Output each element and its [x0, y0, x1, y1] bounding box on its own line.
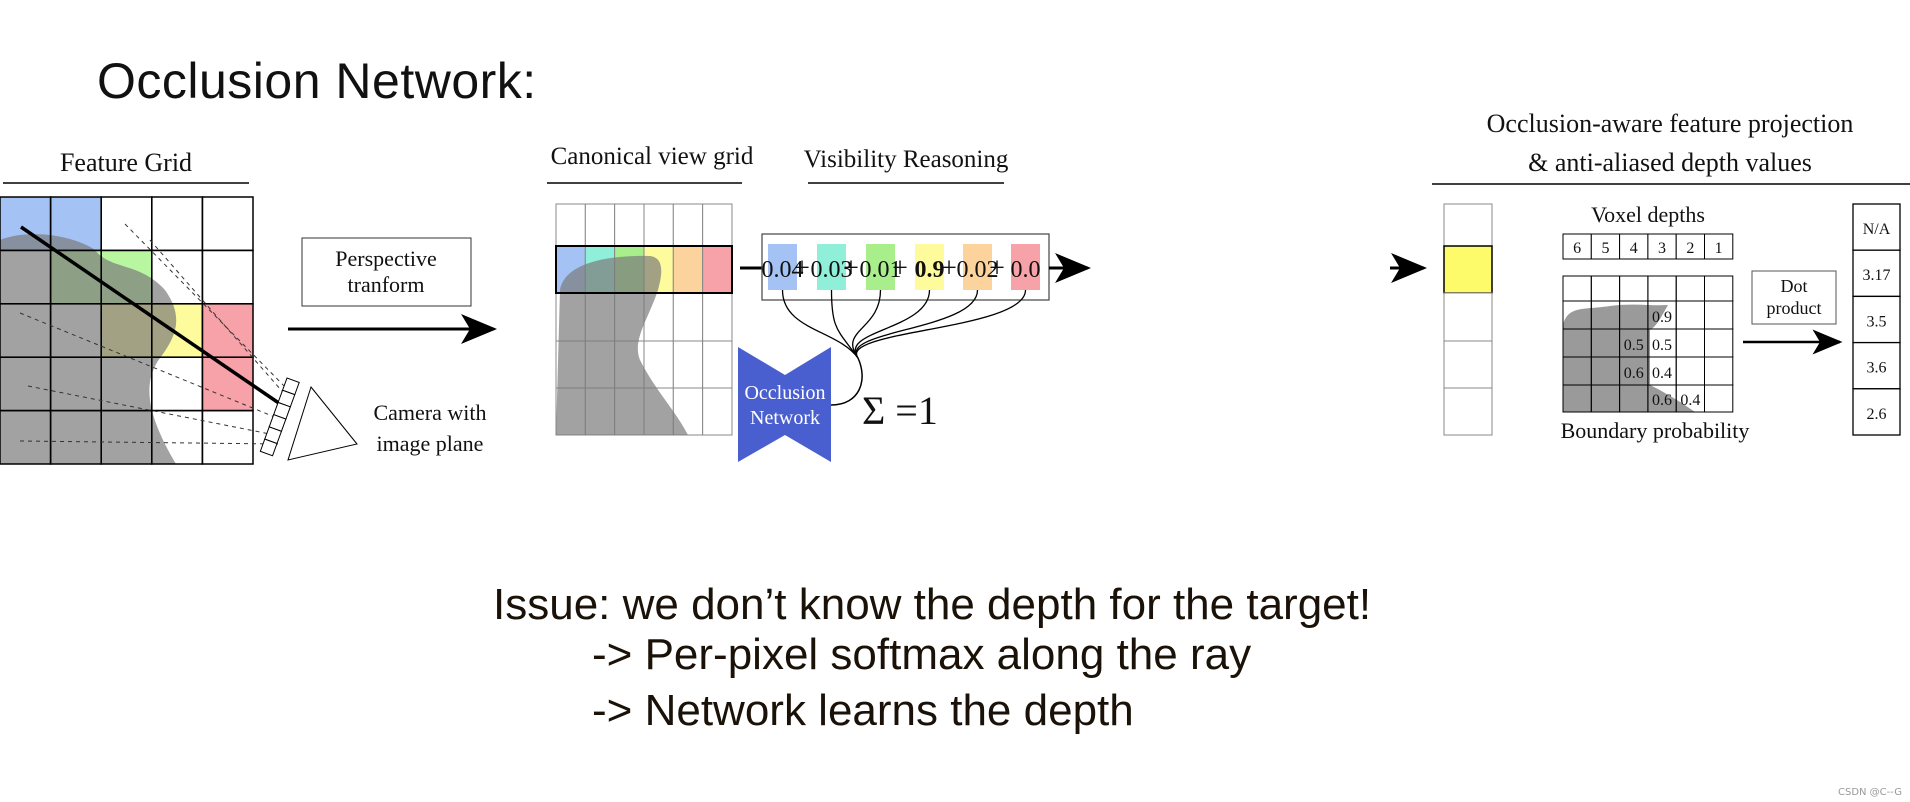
projection-title-2: & anti-aliased depth values: [1528, 148, 1812, 177]
issue-point-network: -> Network learns the depth: [592, 686, 1134, 735]
plus-operator: +: [941, 253, 957, 284]
visibility-value: 0.9: [915, 257, 945, 283]
canonical-grid-cell: [643, 203, 674, 247]
feature-grid-cell: [101, 197, 152, 251]
probability-cell: [1675, 356, 1705, 386]
probability-cell: [1675, 328, 1705, 358]
probability-value: 0.6: [1652, 392, 1672, 409]
voxel-depth: 6: [1573, 240, 1581, 257]
canonical-grid-cell: [702, 340, 733, 389]
probability-cell: [1590, 275, 1621, 302]
probability-cell: [1704, 384, 1734, 413]
canonical-title: Canonical view grid: [551, 143, 754, 170]
probability-cell: [1704, 356, 1734, 386]
probability-value: 0.4: [1680, 392, 1700, 409]
plus-operator: +: [892, 253, 908, 284]
feature-grid-cell: [202, 357, 253, 411]
boundary-probability-label: Boundary probability: [1561, 418, 1750, 443]
depth-values-column: N/A 3.17 3.5 3.6 2.6: [1852, 203, 1901, 436]
canonical-grid-cell: [702, 292, 733, 342]
feature-grid-title: Feature Grid: [60, 148, 192, 177]
feature-grid-cell: [151, 357, 203, 411]
watermark: CSDN @C--G: [1837, 787, 1902, 798]
dot-product-label-2: product: [1767, 298, 1822, 318]
probability-cell: [1704, 328, 1734, 358]
voxel-depth: 3: [1658, 240, 1666, 257]
probability-cell: [1647, 275, 1677, 302]
network-label-2: Network: [750, 407, 820, 429]
probability-cell: [1704, 275, 1734, 302]
canonical-grid-cell: [702, 387, 733, 436]
canonical-grid-cell: [672, 340, 704, 389]
projected-feature-column: [1390, 203, 1493, 436]
feature-grid-cell: [151, 197, 203, 251]
voxel-depths-row: 6 5 4 3 2 1: [1562, 233, 1734, 260]
probability-cell: [1675, 275, 1705, 302]
probability-cell: [1619, 275, 1649, 302]
voxel-depths-label: Voxel depths: [1591, 202, 1705, 227]
probability-cell: [1562, 275, 1592, 302]
depth-value: 3.5: [1867, 313, 1887, 330]
canonical-grid-cell: [672, 292, 704, 342]
probability-value: 0.5: [1624, 337, 1644, 354]
canonical-grid-cell: [702, 245, 733, 294]
probability-value: 0.5: [1652, 337, 1672, 354]
depth-value: N/A: [1863, 221, 1891, 238]
projected-feature-cell: [1443, 387, 1493, 436]
probability-value: 0.4: [1652, 365, 1672, 382]
camera-label-2: image plane: [377, 431, 484, 456]
camera-frustum: [287, 385, 358, 461]
visibility-title: Visibility Reasoning: [804, 146, 1009, 173]
probability-value: 0.9: [1652, 309, 1672, 326]
canonical-grid: [555, 203, 733, 436]
probability-cell: [1704, 300, 1734, 330]
voxel-depth: 4: [1630, 240, 1638, 257]
dot-product-label-1: Dot: [1781, 276, 1808, 296]
probability-cell: [1675, 300, 1705, 330]
feature-grid-cell: [202, 197, 253, 251]
projected-feature-cell: [1443, 292, 1493, 342]
sum-label: Σ =1: [862, 388, 938, 433]
issue-point-softmax: -> Per-pixel softmax along the ray: [592, 630, 1252, 679]
feature-grid-cell: [202, 410, 253, 464]
voxel-depth: 5: [1601, 240, 1609, 257]
projected-feature-cell: [1443, 245, 1493, 294]
visibility-value: 0.0: [1011, 257, 1041, 283]
depth-value: 3.17: [1863, 267, 1891, 284]
camera-label-1: Camera with: [373, 400, 486, 425]
plus-operator: +: [794, 253, 810, 284]
projected-feature-cell: [1443, 203, 1493, 247]
issue-text: Issue: we don’t know the depth for the t…: [493, 580, 1372, 629]
canonical-grid-cell: [672, 245, 704, 294]
occluder-shape: [1563, 304, 1695, 412]
projection-title-1: Occlusion-aware feature projection: [1487, 109, 1854, 138]
network-connector: [830, 357, 863, 406]
perspective-label-2: tranform: [348, 272, 425, 297]
canonical-grid-cell: [702, 203, 733, 247]
depth-value: 3.6: [1867, 360, 1887, 377]
projected-feature-cell: [1443, 340, 1493, 389]
voxel-depth: 1: [1715, 240, 1723, 257]
depth-value: 2.6: [1867, 406, 1887, 423]
perspective-label-1: Perspective: [335, 246, 436, 271]
plus-operator: +: [989, 253, 1005, 284]
voxel-depth: 2: [1686, 240, 1694, 257]
occlusion-network-bowtie: [738, 347, 831, 462]
canonical-grid-cell: [614, 203, 645, 247]
plus-operator: +: [843, 253, 859, 284]
feature-grid-cell: [202, 250, 253, 304]
canonical-grid-cell: [584, 203, 616, 247]
canonical-grid-cell: [672, 203, 704, 247]
canonical-grid-cell: [555, 203, 586, 247]
probability-value: 0.6: [1624, 365, 1644, 382]
network-label-1: Occlusion: [744, 382, 825, 404]
boundary-probability-grid: 0.9 0.5 0.5 0.6 0.4 0.6 0.4: [1562, 275, 1734, 413]
occlusion-network-diagram: Feature Grid Perspective tranform Camera…: [0, 109, 1910, 465]
